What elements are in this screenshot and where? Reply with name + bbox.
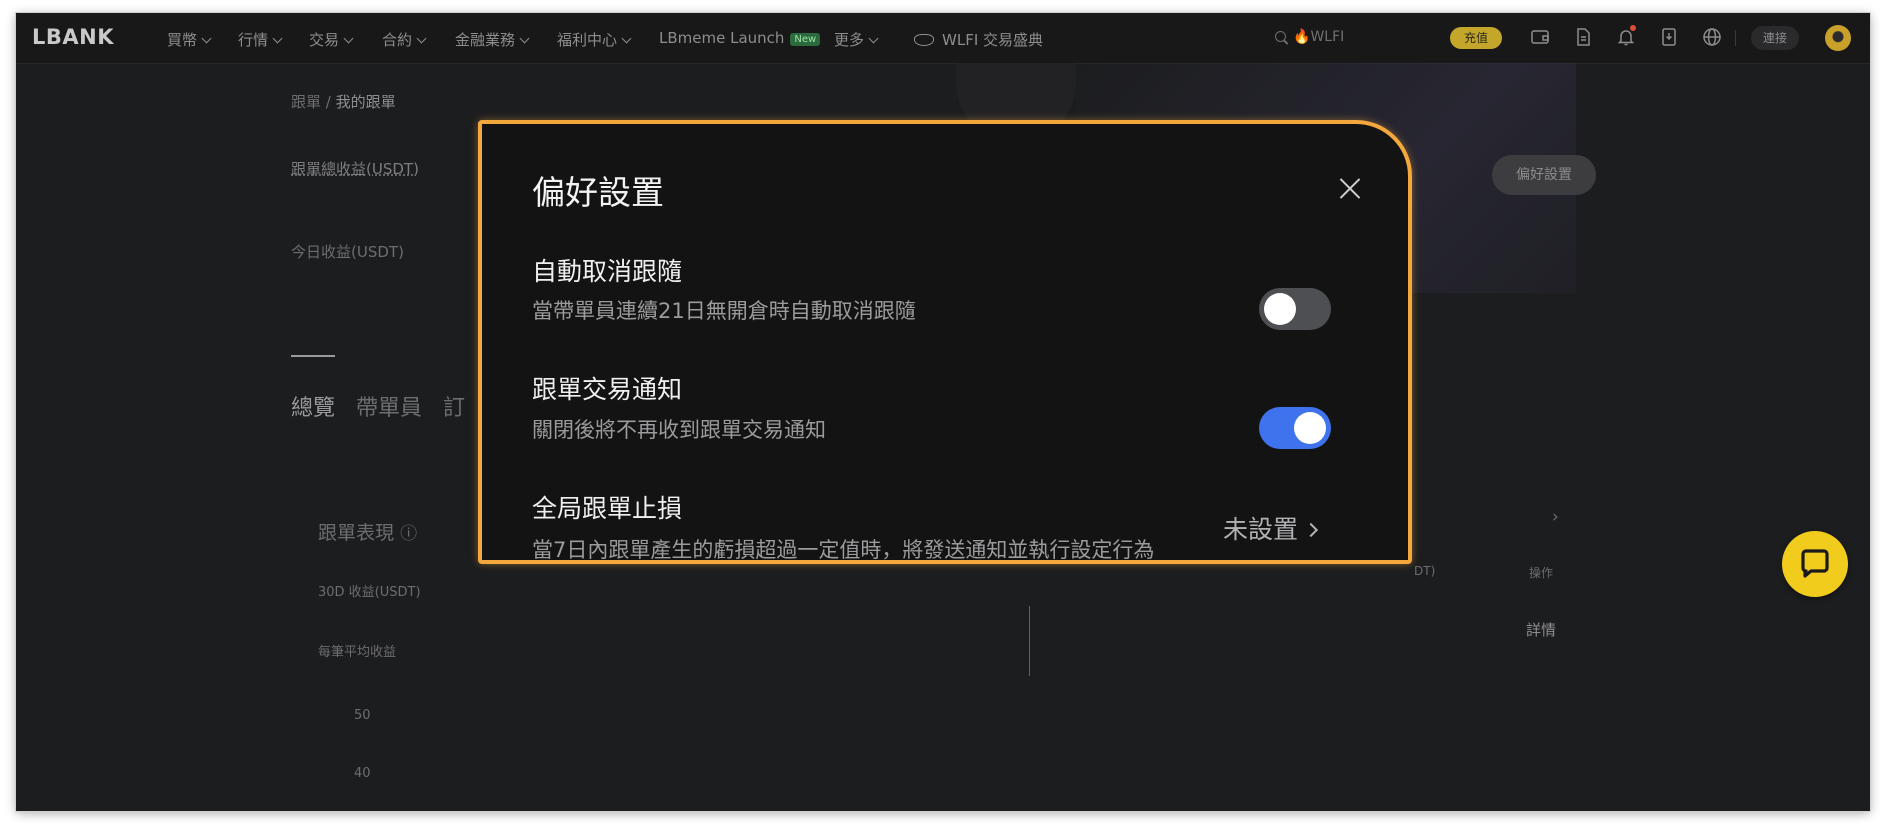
trade-notification-toggle[interactable] xyxy=(1259,407,1331,449)
close-icon[interactable] xyxy=(1338,176,1362,200)
toggle-knob xyxy=(1264,293,1296,325)
setting-desc-global-stop-loss: 當7日內跟單產生的虧損超過一定值時，將發送通知並執行設定行為 xyxy=(532,538,1155,562)
stop-loss-status: 未設置 xyxy=(1223,515,1299,544)
auto-unfollow-toggle[interactable] xyxy=(1259,288,1331,330)
setting-title-global-stop-loss: 全局跟單止損 xyxy=(532,494,683,523)
setting-desc-auto-unfollow: 當帶單員連續21日無開倉時自動取消跟隨 xyxy=(532,299,916,323)
global-stop-loss-link[interactable]: 未設置 xyxy=(1223,510,1319,546)
setting-desc-trade-notification: 關閉後將不再收到跟單交易通知 xyxy=(532,418,826,442)
app-window: LBANK 買幣 行情 交易 合約 金融業務 福利中心 LBmeme Launc… xyxy=(16,13,1870,811)
toggle-knob xyxy=(1294,412,1326,444)
setting-title-trade-notification: 跟單交易通知 xyxy=(532,375,683,404)
setting-title-auto-unfollow: 自動取消跟隨 xyxy=(532,257,683,286)
chevron-right-icon xyxy=(1303,522,1319,538)
modal-title: 偏好設置 xyxy=(532,173,664,212)
preferences-modal: 偏好設置 自動取消跟隨 當帶單員連續21日無開倉時自動取消跟隨 跟單交易通知 關… xyxy=(478,120,1412,564)
